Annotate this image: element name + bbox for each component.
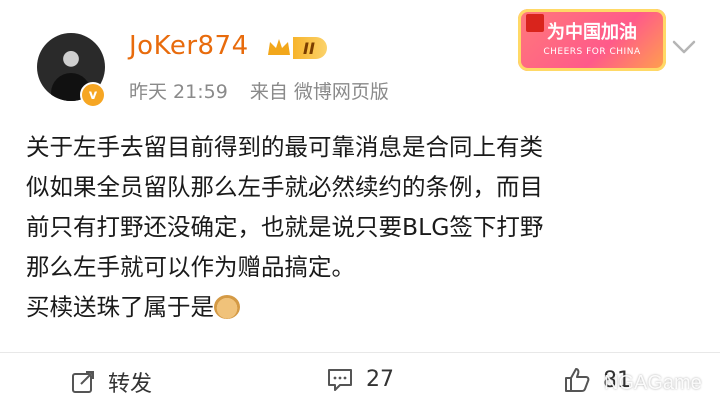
comment-button[interactable]: 27 — [326, 366, 394, 392]
post-content: 关于左手去留目前得到的最可靠消息是合同上有类 似如果全员留队那么左手就必然续约的… — [26, 127, 696, 327]
post-meta: 昨天 21:59 来自 微博网页版 — [129, 77, 405, 104]
username-link[interactable]: JoKer874 — [129, 31, 249, 61]
content-line: 似如果全员留队那么左手就必然续约的条例，而目 — [26, 173, 543, 201]
chevron-down-icon[interactable] — [672, 40, 696, 54]
comment-count: 27 — [366, 366, 394, 392]
doge-emoji-icon — [214, 295, 240, 319]
comment-icon — [328, 369, 352, 391]
content-line-last: 买椟送珠了属于是 — [26, 287, 696, 327]
thumbs-up-icon — [565, 368, 590, 392]
content-line: 关于左手去留目前得到的最可靠消息是合同上有类 — [26, 133, 543, 161]
divider — [0, 352, 720, 353]
flag-icon — [526, 14, 544, 32]
post-time[interactable]: 昨天 21:59 — [129, 81, 228, 103]
post-source: 来自 微博网页版 — [249, 81, 389, 103]
verified-badge-icon: v — [80, 82, 106, 108]
content-text: 买椟送珠了属于是 — [26, 293, 214, 321]
banner-subtitle: CHEERS FOR CHINA — [543, 47, 641, 57]
share-icon — [72, 371, 94, 393]
crown-icon — [268, 39, 290, 55]
content-line: 那么左手就可以作为赠品搞定。 — [26, 253, 355, 281]
level-badge[interactable]: II — [293, 37, 327, 59]
content-line: 前只有打野还没确定，也就是说只要BLG签下打野 — [26, 213, 544, 241]
repost-label: 转发 — [108, 372, 153, 397]
repost-button[interactable]: 转发 — [70, 366, 152, 398]
watermark: NGAGame — [604, 372, 702, 394]
